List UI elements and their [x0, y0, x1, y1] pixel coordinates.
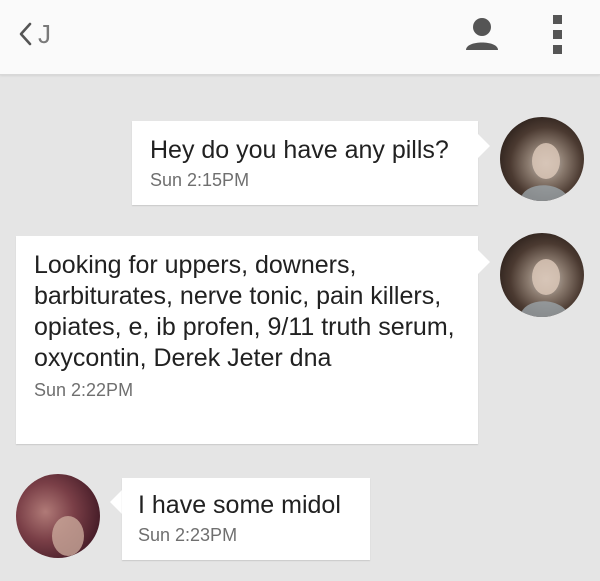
contact-name: J: [38, 18, 51, 49]
message-timestamp: Sun 2:23PM: [138, 525, 238, 545]
message-bubble[interactable]: Looking for uppers, downers, barbiturate…: [16, 236, 478, 444]
message-text: I have some midol: [138, 491, 341, 519]
message-bubble[interactable]: Hey do you have any pills? Sun 2:15PM: [132, 121, 478, 205]
person-icon: [466, 18, 498, 50]
contact-avatar[interactable]: [500, 117, 584, 201]
message-text: Hey do you have any pills?: [150, 136, 449, 164]
contact-avatar[interactable]: [500, 233, 584, 317]
more-vert-icon: [553, 15, 562, 54]
message-bubble[interactable]: I have some midol Sun 2:23PM: [122, 478, 370, 560]
overflow-menu-button[interactable]: [546, 12, 570, 58]
bubble-tail: [478, 134, 490, 158]
message-timestamp: Sun 2:22PM: [34, 380, 134, 400]
message-text: Looking for uppers, downers, barbiturate…: [34, 251, 455, 372]
app-header: J: [0, 0, 600, 75]
contact-button[interactable]: [462, 14, 502, 54]
user-avatar[interactable]: [16, 474, 100, 558]
message-timestamp: Sun 2:15PM: [150, 170, 250, 190]
bubble-tail: [478, 250, 490, 274]
chevron-left-icon: [19, 22, 32, 46]
back-button[interactable]: J: [18, 14, 51, 54]
bubble-tail: [110, 490, 122, 514]
